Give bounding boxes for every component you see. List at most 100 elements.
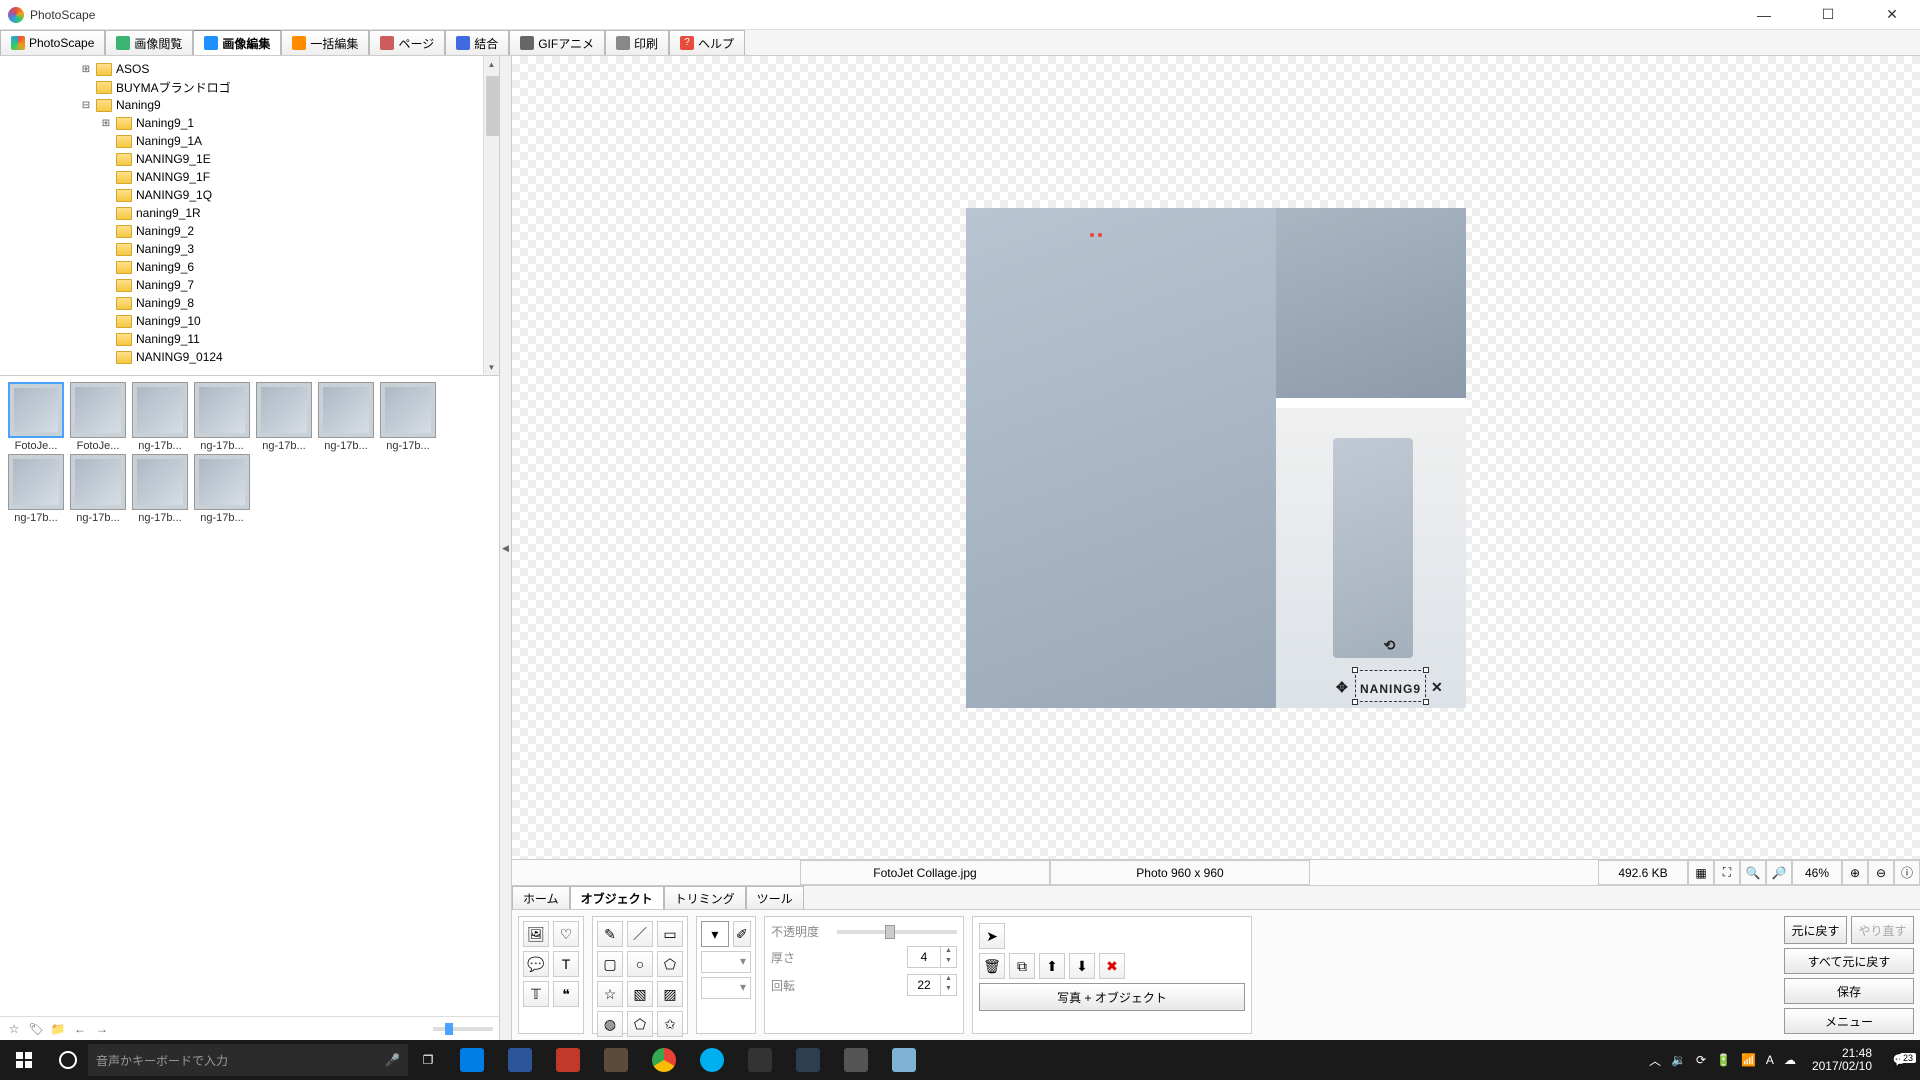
info-icon[interactable]: ⓘ [1894,860,1920,885]
tree-item[interactable]: Naning9_3 [0,240,499,258]
zoom-out-icon[interactable]: ⊖ [1868,860,1894,885]
fit-screen-icon[interactable]: ⛶ [1714,860,1740,885]
rotation-input[interactable] [908,975,940,995]
clock[interactable]: 21:48 2017/02/10 [1804,1047,1880,1073]
move-handle-icon[interactable]: ✥ [1336,679,1350,693]
photo-object-button[interactable]: 写真 + オブジェクト [979,983,1245,1011]
tab-help[interactable]: ?ヘルプ [669,30,745,55]
zoom-fit-icon[interactable]: 🔎 [1766,860,1792,885]
tab-gif[interactable]: GIFアニメ [509,30,605,55]
resize-handle-tr[interactable] [1423,667,1429,673]
close-button[interactable]: ✕ [1872,1,1912,29]
star-outline-tool[interactable]: ☆ [597,981,623,1007]
duplicate-button[interactable]: ⧉ [1009,953,1035,979]
zoom-in-icon[interactable]: ⊕ [1842,860,1868,885]
menu-button[interactable]: メニュー [1784,1008,1914,1034]
thumbnail[interactable]: FotoJe... [6,382,66,452]
tree-item[interactable]: ⊞ASOS [0,60,499,78]
maximize-button[interactable]: ☐ [1808,1,1848,29]
tree-item[interactable]: Naning9_2 [0,222,499,240]
edit-tab[interactable]: ホーム [512,886,570,909]
rotation-down[interactable]: ▼ [941,985,956,995]
taskbar-app-word[interactable] [496,1040,544,1080]
resize-handle-tl[interactable] [1352,667,1358,673]
tree-item[interactable]: Naning9_8 [0,294,499,312]
thumbnail[interactable]: ng-17b... [316,382,376,452]
notification-center[interactable]: 💬 23 [1880,1053,1920,1067]
thumbnail[interactable]: ng-17b... [192,382,252,452]
thickness-input[interactable] [908,947,940,967]
scroll-up-icon[interactable]: ▲ [484,56,499,72]
tab-view[interactable]: 画像閲覧 [105,30,193,55]
thumbnail[interactable]: ng-17b... [254,382,314,452]
taskbar-app-photoscape[interactable] [736,1040,784,1080]
collapse-left-icon[interactable]: ◀ [502,543,509,554]
filled-circle-tool[interactable]: ◍ [597,1011,623,1037]
tab-page[interactable]: ページ [369,30,445,55]
thumbnail[interactable]: ng-17b... [130,382,190,452]
tab-print[interactable]: 印刷 [605,30,669,55]
resize-handle-br[interactable] [1423,699,1429,705]
rotation-spinner[interactable]: ▲▼ [907,974,957,996]
star-icon[interactable]: ☆ [6,1021,22,1037]
taskbar-app-app2[interactable] [880,1040,928,1080]
mic-icon[interactable]: 🎤 [385,1053,400,1067]
freehand-tool[interactable]: ✎ [597,921,623,947]
thumbnail[interactable]: ng-17b... [192,454,252,524]
insert-richtext-button[interactable]: 𝕋 [523,981,549,1007]
rotation-up[interactable]: ▲ [941,975,956,985]
text-object[interactable]: NANING9 ✕ ⟲ ✥ [1355,670,1426,702]
filled-star-tool[interactable]: ✩ [657,1011,683,1037]
tree-item[interactable]: ⊟Naning9 [0,96,499,114]
taskbar-app-dropbox[interactable] [448,1040,496,1080]
scroll-down-icon[interactable]: ▼ [484,359,499,375]
insert-image-button[interactable]: 🖼 [523,921,549,947]
tree-item[interactable]: NANING9_1Q [0,186,499,204]
thumbnail[interactable]: ng-17b... [68,454,128,524]
prev-icon[interactable]: ← [72,1021,88,1037]
undo-all-button[interactable]: すべて元に戻す [1784,948,1914,974]
taskbar-app-skype[interactable] [688,1040,736,1080]
filled-rect-tool[interactable]: ▧ [627,981,653,1007]
tree-scrollbar[interactable]: ▲ ▼ [483,56,499,375]
panel-divider[interactable]: ◀ [500,56,512,1040]
edit-tab[interactable]: オブジェクト [570,886,664,909]
filled-pentagon-tool[interactable]: ⬠ [627,1011,653,1037]
tray-chevron-icon[interactable]: ︿ [1649,1052,1661,1069]
thickness-down[interactable]: ▼ [941,957,956,967]
actual-size-icon[interactable]: 🔍 [1740,860,1766,885]
insert-speech-button[interactable]: 💬 [523,951,549,977]
line-tool[interactable]: ／ [627,921,653,947]
tree-item[interactable]: Naning9_6 [0,258,499,276]
thumbnail[interactable]: ng-17b... [378,382,438,452]
tag-icon[interactable]: 🏷 [28,1021,44,1037]
tree-item[interactable]: BUYMAブランドロゴ [0,78,499,96]
insert-quote-button[interactable]: ❝ [553,981,579,1007]
taskbar-app-sirius[interactable] [784,1040,832,1080]
line-style-combo[interactable]: ▾ [701,951,751,973]
canvas-area[interactable]: NANING9 ✕ ⟲ ✥ [512,56,1920,860]
transparency-grid-icon[interactable]: ▦ [1688,860,1714,885]
tree-item[interactable]: ⊞Naning9_1 [0,114,499,132]
rotate-handle-icon[interactable]: ⟲ [1383,637,1397,651]
search-box[interactable]: 音声かキーボードで入力 🎤 [88,1044,408,1076]
fill-style-combo[interactable]: ▾ [701,977,751,999]
select-tool[interactable]: ➤ [979,923,1005,949]
scroll-thumb[interactable] [486,76,499,136]
taskbar-app-grc[interactable] [544,1040,592,1080]
sync-icon[interactable]: ⟳ [1696,1053,1706,1067]
slider-knob[interactable] [445,1023,453,1035]
volume-icon[interactable]: 🔉 [1671,1053,1686,1067]
taskbar-app-chrome[interactable] [640,1040,688,1080]
tree-item[interactable]: Naning9_1A [0,132,499,150]
color-swatch[interactable]: ▾ [701,921,729,947]
tab-edit[interactable]: 画像編集 [193,30,281,55]
redo-button[interactable]: やり直す [1851,916,1914,944]
send-back-button[interactable]: ⬇ [1069,953,1095,979]
insert-text-button[interactable]: T [553,951,579,977]
thumbnail[interactable]: ng-17b... [130,454,190,524]
opacity-knob[interactable] [885,925,895,939]
delete-object-button[interactable]: 🗑 [979,953,1005,979]
tree-item[interactable]: NANING9_1F [0,168,499,186]
thickness-up[interactable]: ▲ [941,947,956,957]
